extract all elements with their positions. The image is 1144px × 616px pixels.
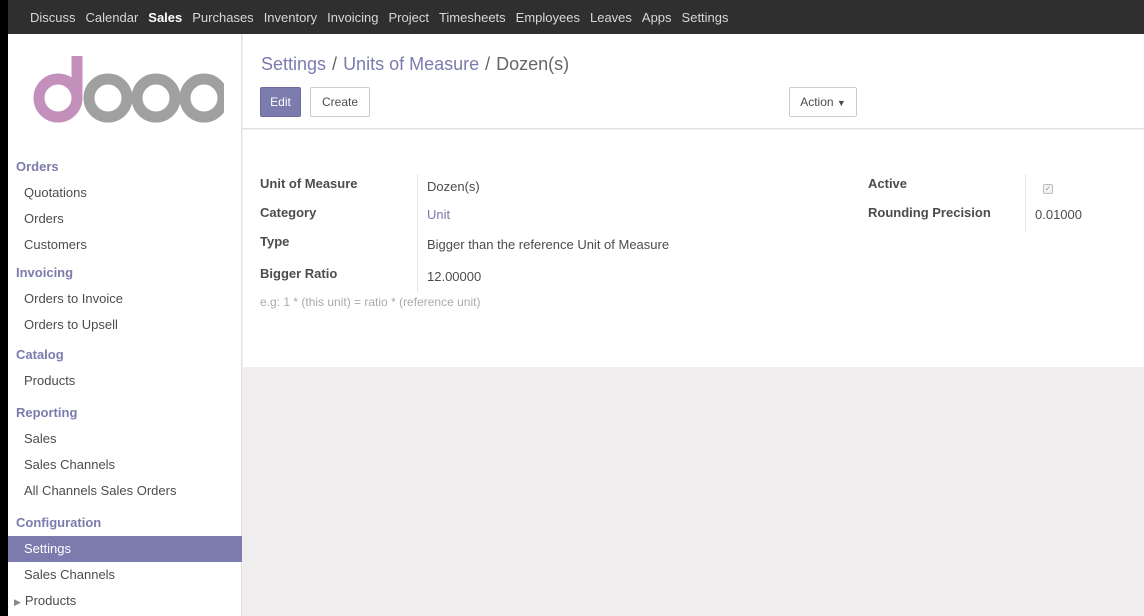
breadcrumb-separator: / <box>332 54 338 74</box>
sidebar-item-report-sales[interactable]: Sales <box>8 426 242 452</box>
odoo-logo[interactable] <box>28 50 224 130</box>
sidebar-section-orders: Orders Quotations Orders Customers <box>8 154 242 258</box>
app-window: Discuss Calendar Sales Purchases Invento… <box>8 0 1144 616</box>
sidebar-item-orders-to-upsell[interactable]: Orders to Upsell <box>8 312 242 338</box>
uom-label: Unit of Measure <box>260 176 358 191</box>
sidebar-item-config-sales-channels[interactable]: Sales Channels <box>8 562 242 588</box>
breadcrumb-separator: / <box>485 54 491 74</box>
sidebar-title-orders[interactable]: Orders <box>8 154 242 180</box>
sidebar-section-reporting: Reporting Sales Sales Channels All Chann… <box>8 400 242 504</box>
menu-inventory[interactable]: Inventory <box>264 10 317 25</box>
sidebar-section-catalog: Catalog Products <box>8 342 242 394</box>
type-label: Type <box>260 234 290 249</box>
breadcrumb: Settings / Units of Measure / Dozen(s) <box>261 54 569 75</box>
edit-button[interactable]: Edit <box>260 87 301 117</box>
ratio-label: Bigger Ratio <box>260 266 338 281</box>
sidebar-item-orders-to-invoice[interactable]: Orders to Invoice <box>8 286 242 312</box>
menu-calendar[interactable]: Calendar <box>86 10 139 25</box>
sidebar-title-catalog[interactable]: Catalog <box>8 342 242 368</box>
category-label: Category <box>260 205 317 220</box>
field-divider <box>417 174 418 292</box>
caret-right-icon: ▶ <box>14 597 21 607</box>
sidebar-title-configuration[interactable]: Configuration <box>8 510 242 536</box>
menu-leaves[interactable]: Leaves <box>590 10 632 25</box>
breadcrumb-units-of-measure[interactable]: Units of Measure <box>343 54 479 74</box>
action-dropdown-button[interactable]: Action ▼ <box>789 87 857 117</box>
action-label: Action <box>800 95 834 109</box>
sidebar-title-invoicing[interactable]: Invoicing <box>8 260 242 286</box>
menu-purchases[interactable]: Purchases <box>192 10 253 25</box>
form-sheet: Unit of Measure Dozen(s) Category Unit T… <box>243 130 1144 367</box>
breadcrumb-settings[interactable]: Settings <box>261 54 326 74</box>
menu-settings[interactable]: Settings <box>682 10 729 25</box>
sidebar-item-all-channels-sales-orders[interactable]: All Channels Sales Orders <box>8 478 242 504</box>
breadcrumb-current: Dozen(s) <box>496 54 570 74</box>
ratio-value: 12.00000 <box>427 269 482 284</box>
sidebar: Orders Quotations Orders Customers Invoi… <box>8 34 242 616</box>
sidebar-item-customers[interactable]: Customers <box>8 232 242 258</box>
sidebar-title-reporting[interactable]: Reporting <box>8 400 242 426</box>
menu-timesheets[interactable]: Timesheets <box>439 10 506 25</box>
sidebar-item-orders[interactable]: Orders <box>8 206 242 232</box>
menu-invoicing[interactable]: Invoicing <box>327 10 378 25</box>
sidebar-item-products[interactable]: Products <box>8 368 242 394</box>
sidebar-item-report-sales-channels[interactable]: Sales Channels <box>8 452 242 478</box>
uom-value: Dozen(s) <box>427 179 480 194</box>
sidebar-item-settings[interactable]: Settings <box>8 536 242 562</box>
menu-project[interactable]: Project <box>388 10 428 25</box>
sidebar-item-label: Products <box>24 593 77 608</box>
type-value: Bigger than the reference Unit of Measur… <box>427 237 670 252</box>
menu-employees[interactable]: Employees <box>516 10 580 25</box>
ratio-help-text: e.g: 1 * (this unit) = ratio * (referenc… <box>260 295 481 309</box>
control-panel: Settings / Units of Measure / Dozen(s) Edit … <box>243 34 1144 129</box>
category-link[interactable]: Unit <box>427 207 450 222</box>
sidebar-item-quotations[interactable]: Quotations <box>8 180 242 206</box>
create-button[interactable]: Create <box>310 87 370 117</box>
active-label: Active <box>868 176 908 191</box>
active-checkbox: ✓ <box>1043 184 1053 194</box>
sidebar-section-invoicing: Invoicing Orders to Invoice Orders to Up… <box>8 260 242 338</box>
menu-apps[interactable]: Apps <box>642 10 672 25</box>
rounding-value: 0.01000 <box>1035 207 1082 222</box>
field-divider <box>1025 174 1026 232</box>
sidebar-item-config-products[interactable]: ▶ Products <box>8 588 242 614</box>
caret-down-icon: ▼ <box>836 98 846 108</box>
sidebar-section-configuration: Configuration Settings Sales Channels ▶ P… <box>8 510 242 614</box>
top-menu-bar: Discuss Calendar Sales Purchases Invento… <box>8 0 1144 34</box>
menu-discuss[interactable]: Discuss <box>30 10 76 25</box>
rounding-label: Rounding Precision <box>868 205 991 220</box>
menu-sales[interactable]: Sales <box>148 10 182 25</box>
